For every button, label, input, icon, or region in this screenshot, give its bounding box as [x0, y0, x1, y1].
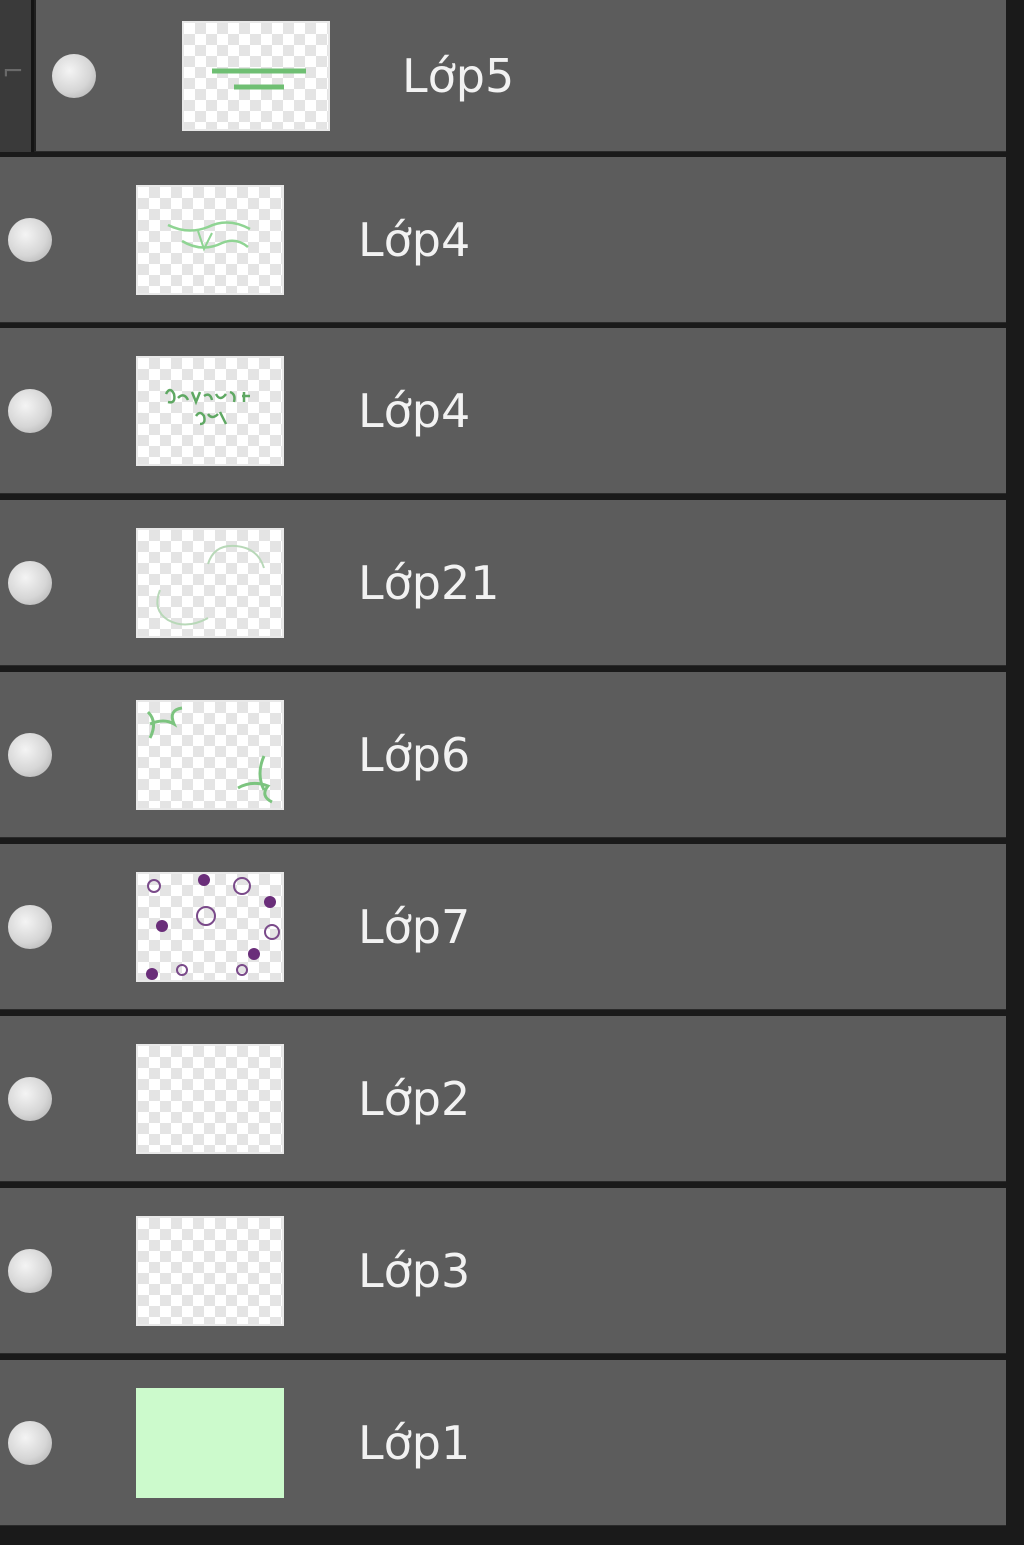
layer-thumbnail-solid-fill — [136, 1387, 284, 1498]
visibility-toggle-icon[interactable] — [8, 388, 52, 433]
visibility-toggle-icon[interactable] — [8, 217, 52, 262]
layer-row[interactable]: Lớp21 — [0, 500, 1006, 666]
layer-name[interactable]: Lớp2 — [358, 1069, 470, 1129]
visibility-toggle-icon[interactable] — [8, 1420, 52, 1465]
visibility-toggle-icon[interactable] — [8, 732, 52, 777]
corner-ornaments-thumbnail-icon — [146, 706, 273, 803]
group-indent-gutter: ⌐ — [0, 0, 34, 152]
layer-row[interactable]: Lớp5 — [34, 0, 1006, 152]
layer-row[interactable]: Lớp1 — [0, 1360, 1006, 1526]
visibility-toggle-icon[interactable] — [8, 560, 52, 605]
layer-row[interactable]: Lớp2 — [0, 1016, 1006, 1182]
layer-row[interactable]: Lớp6 — [0, 672, 1006, 838]
layer-name[interactable]: Lớp4 — [358, 381, 470, 441]
green-handwriting-thumbnail-icon — [164, 388, 250, 425]
group-connector-icon: ⌐ — [2, 57, 24, 87]
layer-name[interactable]: Lớp1 — [358, 1413, 470, 1473]
layer-thumbnail — [136, 1043, 284, 1154]
visibility-toggle-icon[interactable] — [8, 1248, 52, 1293]
visibility-toggle-icon[interactable] — [8, 904, 52, 949]
purple-dots-thumbnail-icon — [146, 873, 280, 980]
horizontal-lines-thumbnail-icon — [212, 68, 306, 89]
layer-row[interactable]: Lớp7 — [0, 844, 1006, 1010]
layer-thumbnail — [136, 1215, 284, 1326]
layer-name[interactable]: Lớp3 — [358, 1241, 470, 1301]
layer-thumbnail — [136, 184, 284, 295]
layer-name[interactable]: Lớp6 — [358, 725, 470, 785]
layer-name[interactable]: Lớp4 — [358, 210, 470, 270]
layer-thumbnail — [136, 871, 284, 982]
layer-name[interactable]: Lớp7 — [358, 897, 470, 957]
layer-thumbnail — [136, 527, 284, 638]
layers-panel: ⌐ Lớp5 Lớp4 Lớp4 Lớp21 Lớp6 Lớp7 Lớp2 Lớ… — [0, 0, 1024, 1545]
layer-thumbnail — [136, 355, 284, 466]
layer-row[interactable]: Lớp3 — [0, 1188, 1006, 1354]
visibility-toggle-icon[interactable] — [52, 53, 96, 98]
layer-row[interactable]: Lớp4 — [0, 328, 1006, 494]
layer-row[interactable]: Lớp4 — [0, 157, 1006, 323]
green-sketch-thumbnail-icon — [167, 220, 251, 252]
layer-name[interactable]: Lớp21 — [358, 553, 500, 613]
layer-thumbnail — [182, 20, 330, 131]
visibility-toggle-icon[interactable] — [8, 1076, 52, 1121]
layer-name[interactable]: Lớp5 — [402, 46, 514, 106]
layer-thumbnail — [136, 699, 284, 810]
curves-thumbnail-icon — [156, 544, 265, 625]
